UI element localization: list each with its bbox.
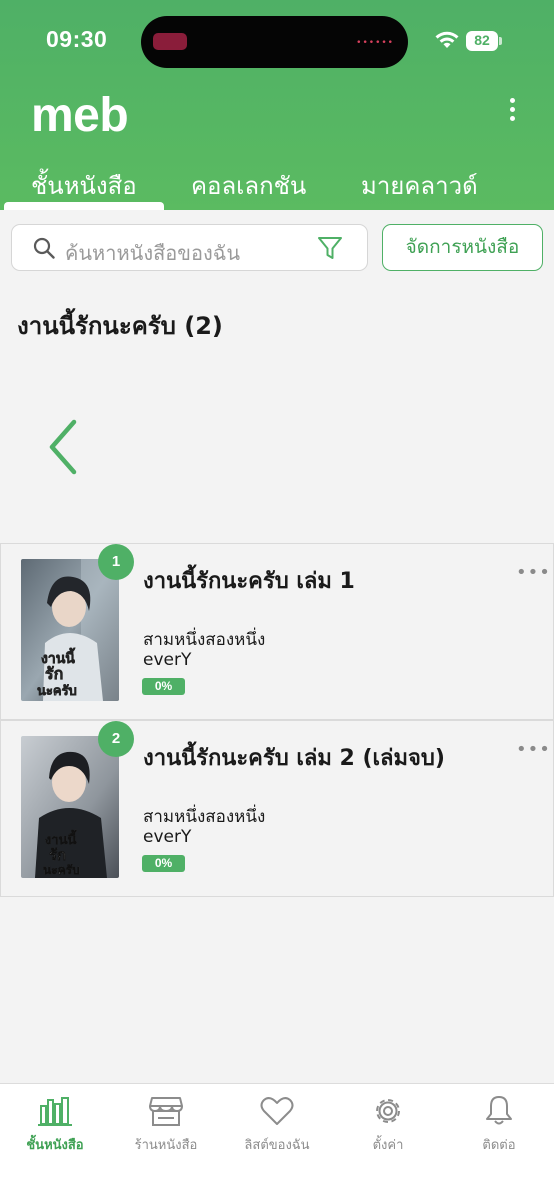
gear-icon (376, 1099, 400, 1123)
nav-item-settings[interactable]: ตั้งค่า (333, 1084, 443, 1164)
nav-label: ตั้งค่า (372, 1138, 404, 1153)
nav-item-contact[interactable]: ติดต่อ (444, 1084, 554, 1164)
tab-bookshelf[interactable]: ชั้นหนังสือ (31, 166, 137, 205)
active-tab-indicator (4, 202, 164, 210)
live-activity-icon (153, 33, 187, 50)
tab-collection[interactable]: คอลเลกชัน (191, 166, 306, 205)
search-placeholder: ค้นหาหนังสือของฉัน (65, 241, 241, 265)
search-input[interactable]: ค้นหาหนังสือของฉัน (11, 224, 368, 271)
nav-label: ลิสต์ของฉัน (244, 1138, 310, 1153)
svg-text:นะครับ: นะครับ (43, 863, 80, 877)
book-cover-image: งานนี้ รัก นะครับ (21, 736, 119, 878)
reading-progress-badge: 0% (142, 678, 185, 695)
store-icon (149, 1097, 183, 1126)
bottom-navigation: ชั้นหนังสือ ร้านหนังสือ ลิสต์ของฉัน ตั้ง… (0, 1083, 554, 1200)
heart-icon (260, 1097, 294, 1125)
book-number-badge: 2 (98, 721, 134, 757)
wifi-icon (435, 31, 459, 48)
book-title: งานนี้รักนะครับ เล่ม 2 (เล่มจบ) (143, 746, 445, 771)
book-author: สามหนึ่งสองหนึ่ง (143, 630, 266, 650)
more-options-icon[interactable]: ••• (516, 562, 551, 583)
more-options-icon[interactable] (500, 98, 524, 128)
app-title: meb (31, 89, 129, 142)
series-title: งานนี้รักนะครับ (2) (17, 312, 223, 340)
battery-level: 82 (474, 32, 490, 48)
more-options-icon[interactable]: ••• (516, 739, 551, 760)
dynamic-island: •••••• (141, 16, 408, 68)
book-title: งานนี้รักนะครับ เล่ม 1 (143, 569, 355, 594)
app-header: 09:30 •••••• 82 meb ชั้นหนังสือ คอลเลกชั… (0, 0, 554, 210)
svg-text:นะครับ: นะครับ (37, 684, 77, 699)
book-author: สามหนึ่งสองหนึ่ง (143, 807, 266, 827)
svg-text:รัก: รัก (49, 846, 66, 864)
bookshelf-icon (38, 1097, 72, 1126)
svg-text:รัก: รัก (45, 664, 63, 683)
bell-icon (486, 1096, 512, 1125)
reading-progress-badge: 0% (142, 855, 185, 872)
nav-label: ร้านหนังสือ (134, 1138, 198, 1153)
filter-icon[interactable] (317, 235, 343, 261)
manage-books-button[interactable]: จัดการหนังสือ (382, 224, 543, 271)
book-list-item[interactable]: งานนี้ รัก นะครับ 1 งานนี้รักนะครับ เล่ม… (0, 543, 554, 720)
book-cover-image: งานนี้ รัก นะครับ (21, 559, 119, 701)
nav-label: ชั้นหนังสือ (26, 1138, 84, 1153)
search-icon (33, 237, 55, 259)
book-publisher: everY (143, 650, 192, 670)
live-activity-indicator-icon: •••••• (356, 38, 394, 48)
book-list-item[interactable]: งานนี้ รัก นะครับ 2 งานนี้รักนะครับ เล่ม… (0, 720, 554, 897)
back-chevron-icon[interactable] (44, 418, 84, 476)
nav-label: ติดต่อ (482, 1138, 516, 1153)
nav-item-my-list[interactable]: ลิสต์ของฉัน (222, 1084, 332, 1164)
battery-indicator: 82 (466, 31, 502, 51)
book-number-badge: 1 (98, 544, 134, 580)
nav-item-bookshelf[interactable]: ชั้นหนังสือ (0, 1084, 110, 1164)
status-time: 09:30 (46, 26, 108, 52)
nav-item-store[interactable]: ร้านหนังสือ (111, 1084, 221, 1164)
tab-my-cloud[interactable]: มายคลาวด์ (361, 166, 478, 205)
book-publisher: everY (143, 827, 192, 847)
